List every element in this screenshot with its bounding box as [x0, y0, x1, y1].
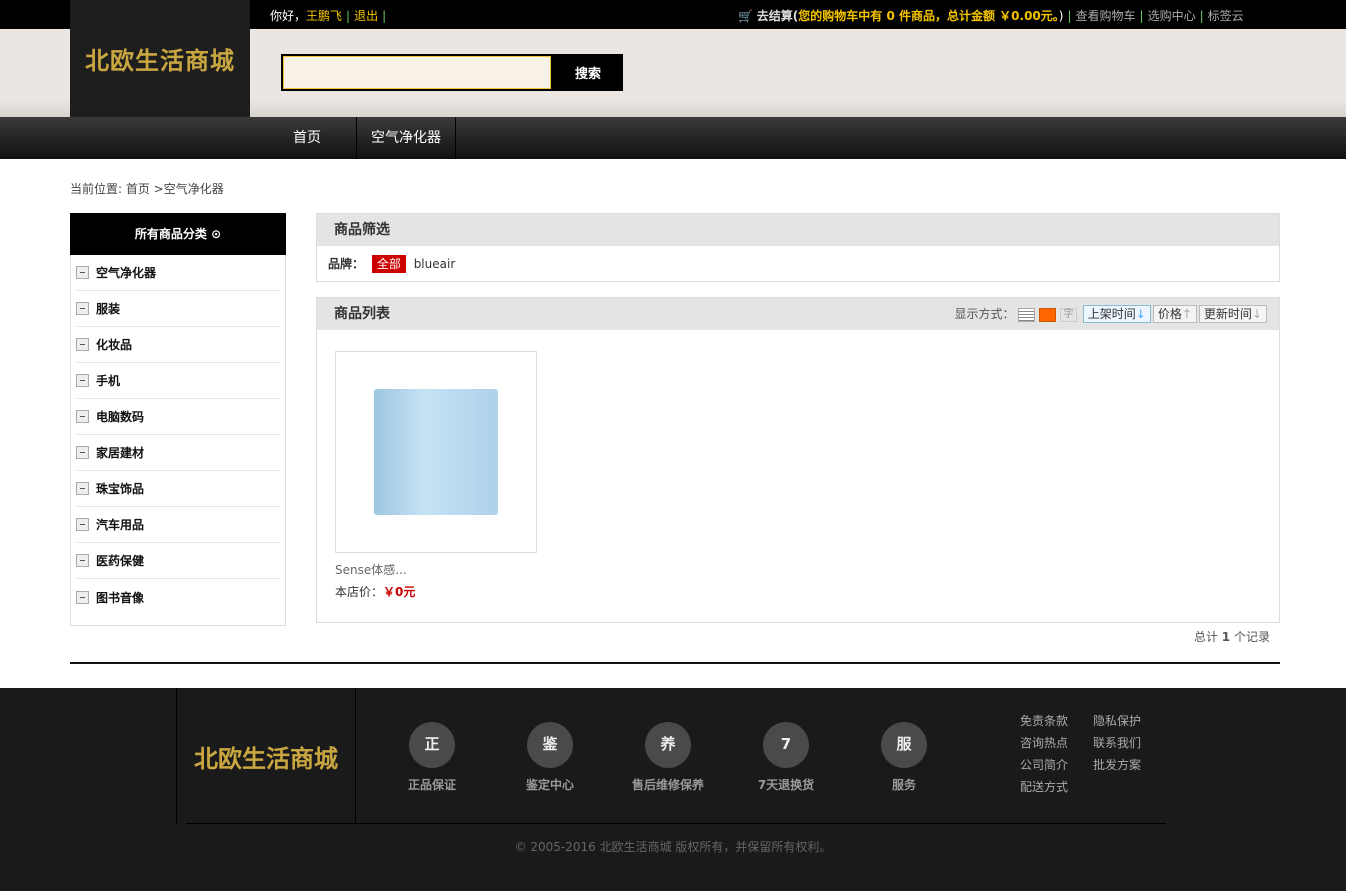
- main-nav: 首页 空气净化器: [0, 117, 1346, 159]
- divider: [70, 662, 1280, 664]
- collapse-icon[interactable]: [76, 482, 89, 495]
- sort-by-price[interactable]: 价格↑: [1152, 305, 1197, 323]
- category-sidebar: 所有商品分类 ⊙ 空气净化器 服装 化妆品 手机 电脑数码 家居建材 珠宝饰品 …: [70, 213, 286, 626]
- footer: 北欧生活商城 正正品保证 鉴鉴定中心 养售后维修保养 7 7天退换货 服服务 免责…: [0, 688, 1346, 891]
- product-image[interactable]: [335, 351, 537, 553]
- product-price: ￥0元: [383, 585, 416, 599]
- category-item[interactable]: 手机: [76, 363, 280, 399]
- maintenance-icon: 养: [645, 722, 691, 768]
- category-item[interactable]: 医药保健: [76, 543, 280, 579]
- sort-by-listing-time[interactable]: 上架时间↓: [1082, 305, 1151, 323]
- footer-link[interactable]: 隐私保护: [1093, 712, 1141, 729]
- arrow-up-icon: ↑: [1181, 307, 1192, 321]
- collapse-icon[interactable]: [76, 518, 89, 531]
- list-view-icon[interactable]: [1018, 307, 1036, 322]
- search-button[interactable]: 搜索: [553, 54, 623, 91]
- search-input[interactable]: [281, 54, 553, 91]
- brand-all[interactable]: 全部: [371, 255, 406, 273]
- cart-icon: 🛒: [738, 9, 753, 23]
- genuine-icon: 正: [409, 722, 455, 768]
- nav-air-purifier[interactable]: 空气净化器: [357, 117, 456, 159]
- greeting: 你好，: [270, 9, 307, 23]
- category-item[interactable]: 服装: [76, 291, 280, 327]
- footer-link[interactable]: 批发方案: [1093, 756, 1141, 773]
- returns-icon: 7: [763, 722, 809, 768]
- collapse-icon[interactable]: [76, 302, 89, 315]
- arrow-down-icon: ↓: [1135, 307, 1146, 321]
- collapse-icon[interactable]: [76, 338, 89, 351]
- product-name[interactable]: Sense体感...: [335, 561, 537, 578]
- arrow-down-icon: ↓: [1251, 307, 1262, 321]
- collapse-icon[interactable]: [76, 374, 89, 387]
- shopping-center-link[interactable]: 选购中心: [1148, 9, 1196, 23]
- footer-logo: 北欧生活商城: [176, 688, 356, 824]
- footer-link[interactable]: 免责条款: [1020, 712, 1068, 729]
- brand-blueair[interactable]: blueair: [414, 257, 456, 271]
- circle-arrow-icon: ⊙: [211, 227, 222, 241]
- collapse-icon[interactable]: [76, 590, 89, 604]
- footer-link[interactable]: 咨询热点: [1020, 734, 1068, 751]
- feature-returns[interactable]: 7 7天退换货: [736, 722, 836, 793]
- price-label: 本店价：: [335, 585, 384, 599]
- filter-panel: 商品筛选 品牌： 全部 blueair: [316, 213, 1280, 282]
- product-list-panel: 商品列表 显示方式： 字 上架时间↓ 价格↑ 更新时间↓ Sense体感... 本店…: [316, 297, 1280, 623]
- collapse-icon[interactable]: [76, 266, 89, 279]
- record-count: 总计 1 个记录: [1193, 630, 1270, 644]
- nav-home[interactable]: 首页: [258, 117, 357, 159]
- feature-maintenance[interactable]: 养售后维修保养: [618, 722, 718, 793]
- cart-close: ): [1058, 9, 1064, 23]
- breadcrumb: 当前位置: 首页 >空气净化器: [70, 182, 224, 196]
- sort-by-update-time[interactable]: 更新时间↓: [1198, 305, 1267, 323]
- feature-service[interactable]: 服服务: [854, 722, 954, 793]
- feature-genuine[interactable]: 正正品保证: [382, 722, 482, 793]
- brand-label: 品牌：: [328, 257, 365, 271]
- service-icon: 服: [881, 722, 927, 768]
- display-label: 显示方式：: [954, 307, 1015, 321]
- category-item[interactable]: 家居建材: [76, 435, 280, 471]
- footer-divider: [186, 823, 1166, 824]
- category-item[interactable]: 电脑数码: [76, 399, 280, 435]
- sidebar-title[interactable]: 所有商品分类 ⊙: [70, 213, 286, 255]
- filter-title: 商品筛选: [317, 214, 1279, 246]
- category-item[interactable]: 珠宝饰品: [76, 471, 280, 507]
- product-card[interactable]: Sense体感... 本店价：￥0元: [335, 351, 537, 600]
- list-title: 商品列表: [334, 306, 390, 322]
- feature-appraisal[interactable]: 鉴鉴定中心: [500, 722, 600, 793]
- category-item[interactable]: 汽车用品: [76, 507, 280, 543]
- appraisal-icon: 鉴: [527, 722, 573, 768]
- footer-link[interactable]: 联系我们: [1093, 734, 1141, 751]
- site-logo[interactable]: 北欧生活商城: [70, 0, 250, 117]
- footer-link[interactable]: 公司简介: [1020, 756, 1068, 773]
- view-cart-link[interactable]: 查看购物车: [1076, 9, 1136, 23]
- checkout-link[interactable]: 去结算(: [757, 9, 799, 23]
- footer-link[interactable]: 配送方式: [1020, 778, 1068, 795]
- grid-view-icon[interactable]: [1039, 307, 1057, 322]
- category-item[interactable]: 化妆品: [76, 327, 280, 363]
- user-link[interactable]: 王鹏飞: [306, 9, 342, 23]
- tag-cloud-link[interactable]: 标签云: [1208, 9, 1244, 23]
- cart-info: 您的购物车中有 0 件商品，总计金额 ￥0.00元。: [798, 9, 1059, 23]
- collapse-icon[interactable]: [76, 410, 89, 423]
- collapse-icon[interactable]: [76, 446, 89, 459]
- collapse-icon[interactable]: [76, 554, 89, 567]
- text-view-icon[interactable]: 字: [1059, 307, 1077, 322]
- copyright: © 2005-2016 北欧生活商城 版权所有，并保留所有权利。: [514, 840, 832, 854]
- category-item[interactable]: 图书音像: [76, 579, 280, 615]
- category-item[interactable]: 空气净化器: [76, 255, 280, 291]
- logout-link[interactable]: 退出: [354, 9, 378, 23]
